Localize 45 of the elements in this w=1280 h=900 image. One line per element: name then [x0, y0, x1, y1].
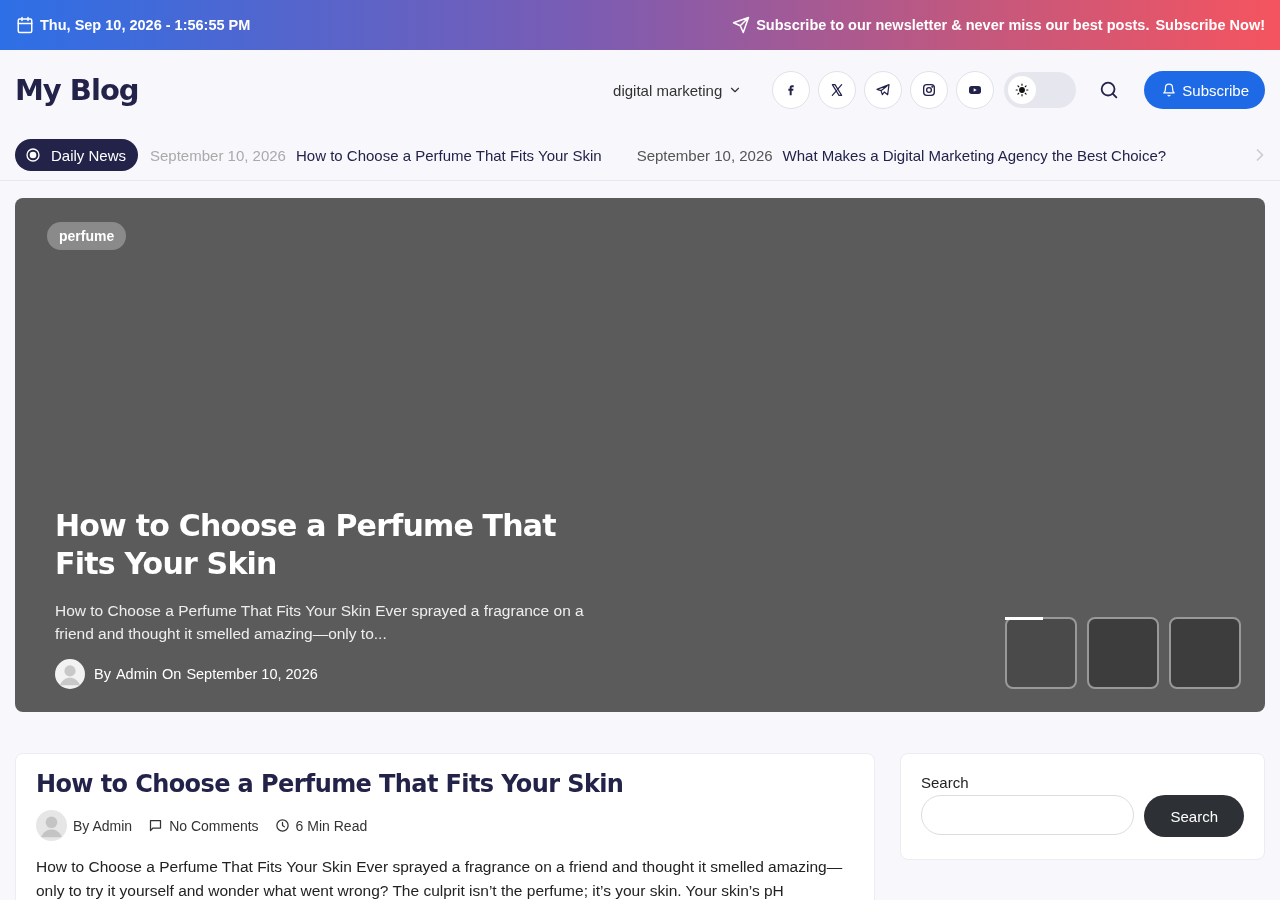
sun-icon — [1015, 83, 1030, 97]
read-time: 6 Min Read — [295, 817, 368, 834]
ticker-date: September 10, 2026 — [636, 146, 773, 164]
social-link[interactable] — [956, 71, 995, 109]
comment-icon — [148, 818, 164, 833]
on-label: On — [162, 666, 182, 682]
post-author: By Admin — [73, 817, 133, 834]
search-label: Search — [921, 774, 970, 791]
post-date: September 10, 2026 — [186, 666, 318, 682]
hero-excerpt: How to Choose a Perfume That Fits Your Skin Ever sprayed a fragrance on a friend and thought it smelled amazing—only to... — [55, 601, 585, 644]
ticker-label: Daily News — [15, 139, 138, 171]
newsletter-message: Subscribe to our newsletter & never miss our best posts. — [756, 17, 1150, 33]
slide-thumbnail[interactable] — [1005, 617, 1077, 689]
clock-icon — [274, 818, 290, 833]
date-time: Thu, Sep 10, 2026 - 1:56:55 PM — [40, 17, 251, 33]
ticker-headline[interactable]: How to Choose a Perfume That Fits Your Skin — [295, 146, 602, 164]
subscribe-link[interactable]: Subscribe Now! — [1155, 17, 1265, 33]
avatar-icon — [55, 659, 85, 689]
instagram-icon — [921, 82, 938, 98]
post-excerpt: How to Choose a Perfume That Fits Your Skin Ever sprayed a fragrance on a friend and thought it smelled amazing—only to try it yourself and wonder what went wrong? The culprit isn’t the perfume; it’s your skin. Your skin’s pH — [36, 857, 844, 900]
ticker-date: September 10, 2026 — [150, 146, 286, 164]
bell-icon — [1162, 83, 1177, 97]
search-field[interactable] — [921, 795, 1135, 835]
calendar-icon — [16, 16, 34, 34]
ticker-headline[interactable]: What Makes a Digital Marketing Agency the Best Choice? — [782, 146, 1167, 164]
send-icon — [732, 16, 751, 34]
comment-count: No Comments — [169, 817, 259, 834]
avatar-icon — [36, 810, 67, 841]
search-button[interactable]: Search — [1144, 795, 1244, 837]
telegram-icon — [875, 82, 892, 98]
chevron-right-icon — [1255, 148, 1265, 162]
theme-toggle[interactable] — [1004, 72, 1077, 108]
by-label: By — [94, 666, 111, 682]
menu-item[interactable]: digital marketing — [613, 81, 743, 99]
site-logo[interactable]: My Blog — [15, 73, 139, 107]
subscribe-button[interactable]: Subscribe — [1144, 71, 1265, 109]
slide-thumbnail[interactable] — [1169, 617, 1241, 689]
social-link[interactable] — [910, 71, 949, 109]
post-title[interactable]: How to Choose a Perfume That Fits Your Skin — [36, 770, 854, 798]
radio-icon — [25, 147, 41, 163]
social-link[interactable] — [818, 71, 857, 109]
slide-thumbnail[interactable] — [1087, 617, 1159, 689]
author-link[interactable]: Admin — [115, 666, 158, 682]
social-link[interactable] — [864, 71, 903, 109]
hero-title[interactable]: How to Choose a Perfume That Fits Your Skin — [55, 507, 625, 583]
